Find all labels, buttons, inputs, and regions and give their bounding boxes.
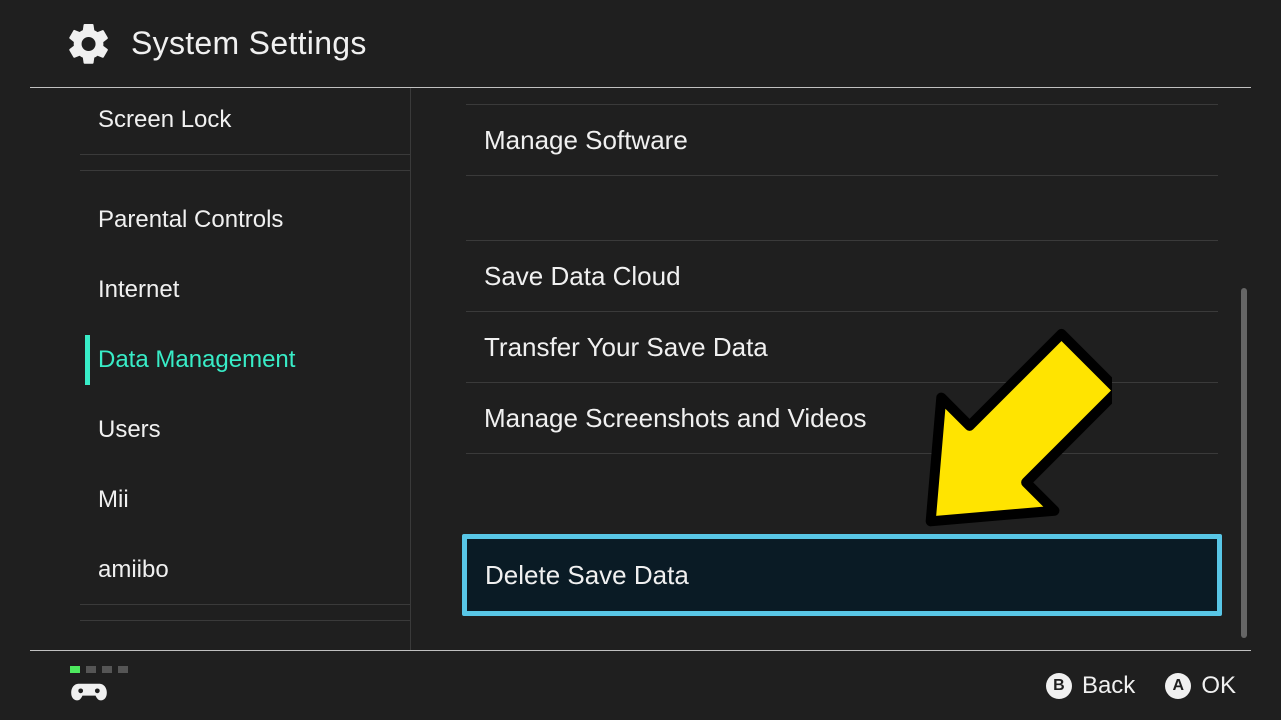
sidebar-item-label: amiibo — [98, 556, 169, 584]
menu-item-label: Manage Screenshots and Videos — [484, 403, 867, 434]
sidebar-item-parental-controls[interactable]: Parental Controls — [30, 185, 410, 255]
main-panel: Manage Software Save Data Cloud Transfer… — [411, 88, 1251, 650]
sidebar-item-users[interactable]: Users — [30, 395, 410, 465]
footer-label: OK — [1201, 672, 1236, 700]
gear-icon — [65, 20, 113, 68]
scrollbar[interactable] — [1241, 288, 1247, 638]
footer-button-back[interactable]: B Back — [1046, 672, 1135, 700]
sidebar-item-label: Parental Controls — [98, 206, 283, 234]
controller-status — [45, 666, 128, 705]
header: System Settings — [30, 0, 1251, 88]
sidebar-item-amiibo[interactable]: amiibo — [30, 535, 410, 605]
sidebar-item-label: Screen Lock — [98, 106, 231, 134]
sidebar-item-label: Mii — [98, 486, 129, 514]
sidebar-item-label: Users — [98, 416, 161, 444]
b-button-icon: B — [1046, 673, 1072, 699]
player-indicator — [70, 666, 128, 673]
menu-item-label: Transfer Your Save Data — [484, 332, 768, 363]
sidebar-item-data-management[interactable]: Data Management — [30, 325, 410, 395]
sidebar-item-label: Data Management — [98, 346, 295, 374]
menu-item-label: Save Data Cloud — [484, 261, 681, 292]
sidebar-item-label: Internet — [98, 276, 179, 304]
sidebar: Screen Lock Parental Controls Internet D… — [30, 88, 410, 650]
menu-item-save-data-cloud[interactable]: Save Data Cloud — [466, 241, 1218, 312]
controller-icon — [70, 679, 108, 705]
sidebar-item-screen-lock[interactable]: Screen Lock — [30, 88, 410, 155]
menu-item-manage-screenshots-and-videos[interactable]: Manage Screenshots and Videos — [466, 383, 1218, 454]
sidebar-item-internet[interactable]: Internet — [30, 255, 410, 325]
menu-item-delete-save-data[interactable]: Delete Save Data — [462, 534, 1222, 616]
menu-item-label: Manage Software — [484, 125, 688, 156]
page-title: System Settings — [131, 25, 367, 62]
footer-label: Back — [1082, 672, 1135, 700]
body: Screen Lock Parental Controls Internet D… — [30, 88, 1251, 650]
footer: B Back A OK — [30, 650, 1251, 720]
footer-button-ok[interactable]: A OK — [1165, 672, 1236, 700]
sidebar-item-mii[interactable]: Mii — [30, 465, 410, 535]
menu-item-transfer-your-save-data[interactable]: Transfer Your Save Data — [466, 312, 1218, 383]
a-button-icon: A — [1165, 673, 1191, 699]
menu-item-manage-software[interactable]: Manage Software — [466, 105, 1218, 176]
menu-item-label: Delete Save Data — [485, 560, 689, 591]
